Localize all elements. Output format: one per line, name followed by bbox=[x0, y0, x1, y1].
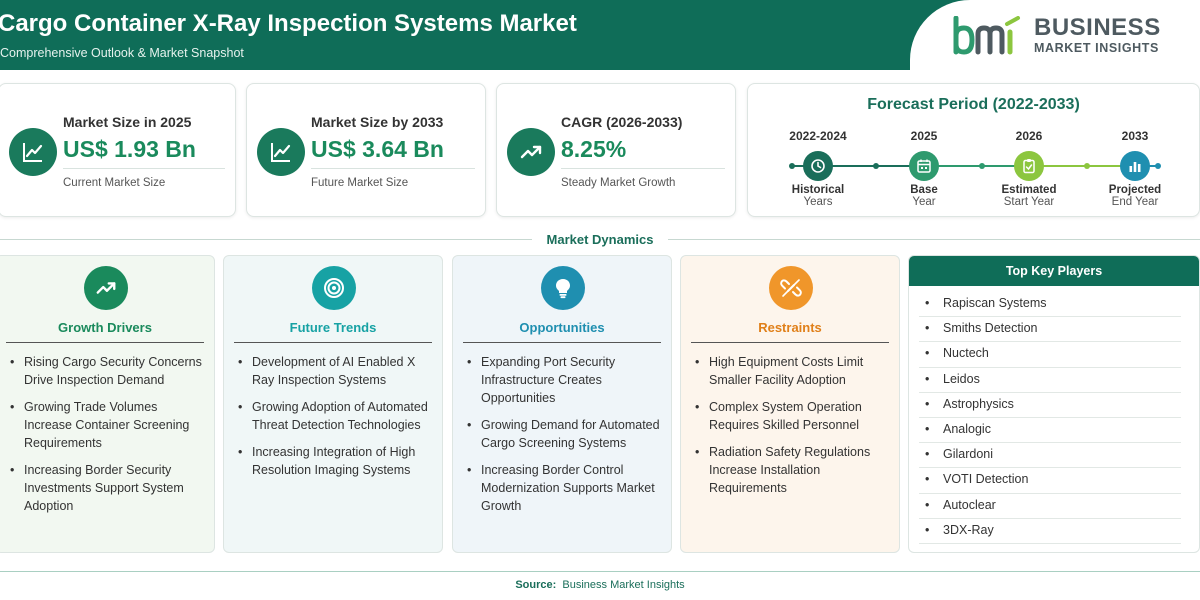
list-item: Rising Cargo Security Concerns Drive Ins… bbox=[10, 353, 206, 389]
source-footer: Source: Business Market Insights bbox=[0, 579, 1200, 591]
stage-name: Historical bbox=[791, 184, 845, 196]
stage-name: Estimated bbox=[1001, 184, 1057, 196]
players-title: Top Key Players bbox=[909, 256, 1199, 286]
section-divider bbox=[0, 239, 532, 240]
stat-label: Market Size in 2025 bbox=[63, 114, 192, 130]
player-item: Autoclear bbox=[919, 494, 1181, 519]
divider bbox=[63, 168, 225, 169]
list-item: Complex System Operation Requires Skille… bbox=[695, 398, 891, 434]
player-item: 3DX-Ray bbox=[919, 519, 1181, 544]
trend-up-icon bbox=[507, 128, 555, 176]
player-item: Leidos bbox=[919, 368, 1181, 393]
stat-label: CAGR (2026-2033) bbox=[561, 114, 683, 130]
page-subtitle: Comprehensive Outlook & Market Snapshot bbox=[0, 46, 244, 60]
bmi-logo-icon bbox=[953, 16, 1020, 55]
stage-year: 2033 bbox=[1121, 129, 1149, 143]
list-item: Growing Trade Volumes Increase Container… bbox=[10, 398, 206, 452]
list-item: Radiation Safety Regulations Increase In… bbox=[695, 443, 891, 497]
stage-desc: Years bbox=[803, 196, 833, 208]
stage-year: 2022-2024 bbox=[789, 129, 847, 143]
list-item: Increasing Integration of High Resolutio… bbox=[238, 443, 434, 479]
divider bbox=[311, 168, 475, 169]
source-text: Business Market Insights bbox=[562, 579, 685, 591]
card-title: Restraints bbox=[758, 320, 822, 335]
stat-card-market-size-2033: Market Size by 2033 US$ 3.64 Bn Future M… bbox=[246, 83, 486, 217]
divider bbox=[561, 168, 725, 169]
page-title: Cargo Container X-Ray Inspection Systems… bbox=[0, 10, 577, 37]
stage-desc: End Year bbox=[1111, 196, 1159, 208]
bullet-list: High Equipment Costs Limit Smaller Facil… bbox=[695, 353, 891, 506]
footer-divider bbox=[0, 571, 1200, 572]
players-list: Rapiscan Systems Smiths Detection Nuctec… bbox=[919, 292, 1181, 544]
list-item: Growing Adoption of Automated Threat Det… bbox=[238, 398, 434, 434]
divider bbox=[463, 342, 661, 343]
list-item: Expanding Port Security Infrastructure C… bbox=[467, 353, 663, 407]
player-item: Nuctech bbox=[919, 342, 1181, 368]
divider bbox=[6, 342, 204, 343]
stage-desc: Year bbox=[912, 196, 936, 208]
logo-text-market-insights: MARKET INSIGHTS bbox=[1034, 41, 1159, 55]
card-title: Growth Drivers bbox=[58, 320, 152, 335]
card-future-trends: Future Trends Development of AI Enabled … bbox=[223, 255, 443, 553]
bullet-list: Development of AI Enabled X Ray Inspecti… bbox=[238, 353, 434, 488]
card-opportunities: Opportunities Expanding Port Security In… bbox=[452, 255, 672, 553]
target-icon bbox=[312, 266, 356, 310]
calendar-icon bbox=[909, 151, 939, 181]
forecast-period-card: Forecast Period (2022-2033) 2022-2024 Hi… bbox=[747, 83, 1200, 217]
history-icon bbox=[803, 151, 833, 181]
broken-link-icon bbox=[769, 266, 813, 310]
section-divider bbox=[668, 239, 1200, 240]
player-item: Astrophysics bbox=[919, 393, 1181, 418]
stat-card-cagr: CAGR (2026-2033) 8.25% Steady Market Gro… bbox=[496, 83, 736, 217]
source-label: Source: bbox=[515, 579, 557, 591]
logo-text-business: BUSINESS bbox=[1034, 14, 1161, 41]
card-restraints: Restraints High Equipment Costs Limit Sm… bbox=[680, 255, 900, 553]
card-title: Future Trends bbox=[289, 320, 377, 335]
player-item: Smiths Detection bbox=[919, 317, 1181, 343]
top-key-players-card: Top Key Players Rapiscan Systems Smiths … bbox=[908, 255, 1200, 553]
stage-name: Projected bbox=[1108, 184, 1162, 196]
list-item: High Equipment Costs Limit Smaller Facil… bbox=[695, 353, 891, 389]
card-growth-drivers: Growth Drivers Rising Cargo Security Con… bbox=[0, 255, 215, 553]
stat-caption: Steady Market Growth bbox=[561, 177, 676, 189]
bullet-list: Expanding Port Security Infrastructure C… bbox=[467, 353, 663, 524]
bullet-list: Rising Cargo Security Concerns Drive Ins… bbox=[10, 353, 206, 524]
line-chart-icon bbox=[257, 128, 305, 176]
stage-year: 2026 bbox=[1015, 129, 1043, 143]
divider bbox=[691, 342, 889, 343]
player-item: Analogic bbox=[919, 418, 1181, 444]
stat-caption: Current Market Size bbox=[63, 177, 166, 189]
forecast-stage-historical: 2022-2024 Historical Years bbox=[768, 129, 868, 208]
divider bbox=[234, 342, 432, 343]
line-chart-icon bbox=[9, 128, 57, 176]
stage-name: Base bbox=[910, 184, 938, 196]
stat-value: US$ 3.64 Bn bbox=[311, 136, 444, 162]
card-title: Opportunities bbox=[519, 320, 605, 335]
list-item: Increasing Border Security Investments S… bbox=[10, 461, 206, 515]
list-item: Growing Demand for Automated Cargo Scree… bbox=[467, 416, 663, 452]
player-item: Rapiscan Systems bbox=[919, 292, 1181, 318]
clipboard-icon bbox=[1014, 151, 1044, 181]
forecast-stage-projected: 2033 Projected End Year bbox=[1085, 129, 1185, 208]
forecast-stage-estimated: 2026 Estimated Start Year bbox=[979, 129, 1079, 208]
forecast-title: Forecast Period (2022-2033) bbox=[867, 96, 1080, 113]
stat-card-market-size-2025: Market Size in 2025 US$ 1.93 Bn Current … bbox=[0, 83, 236, 217]
stat-caption: Future Market Size bbox=[311, 177, 409, 189]
stat-value: 8.25% bbox=[561, 136, 627, 162]
stage-desc: Start Year bbox=[1003, 196, 1055, 208]
trend-up-icon bbox=[84, 266, 128, 310]
lightbulb-icon bbox=[541, 266, 585, 310]
list-item: Increasing Border Control Modernization … bbox=[467, 461, 663, 515]
stat-label: Market Size by 2033 bbox=[311, 114, 444, 130]
list-item: Development of AI Enabled X Ray Inspecti… bbox=[238, 353, 434, 389]
stage-year: 2025 bbox=[910, 129, 938, 143]
player-item: Gilardoni bbox=[919, 443, 1181, 469]
player-item: VOTI Detection bbox=[919, 468, 1181, 494]
bar-chart-icon bbox=[1120, 151, 1150, 181]
stat-value: US$ 1.93 Bn bbox=[63, 136, 196, 162]
forecast-stage-base: 2025 Base Year bbox=[874, 129, 974, 208]
